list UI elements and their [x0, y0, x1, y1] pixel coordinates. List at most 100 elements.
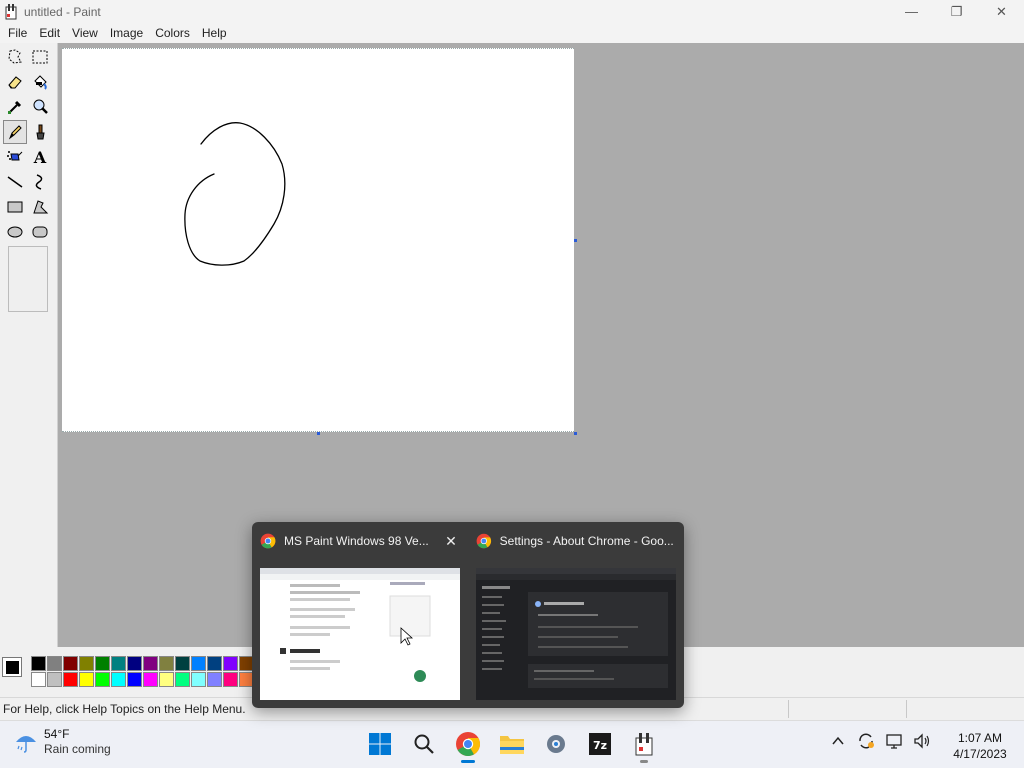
fill-with-color-tool[interactable]	[28, 70, 52, 94]
preview-chrome-settings-tab[interactable]: Settings - About Chrome - Goo...	[468, 522, 684, 708]
rectangle-icon	[7, 201, 23, 213]
rectangle-tool[interactable]	[3, 195, 27, 219]
curve-icon	[35, 174, 43, 190]
palette-swatch[interactable]	[127, 672, 142, 687]
menu-image[interactable]: Image	[104, 26, 149, 40]
rounded-rectangle-tool[interactable]	[28, 220, 52, 244]
select-tool[interactable]	[28, 45, 52, 69]
palette-swatch[interactable]	[95, 656, 110, 671]
airbrush-tool[interactable]	[3, 145, 27, 169]
preview-ms-paint-tab[interactable]: MS Paint Windows 98 Ve... ✕	[252, 522, 468, 708]
menu-edit[interactable]: Edit	[33, 26, 66, 40]
palette-swatch[interactable]	[47, 672, 62, 687]
status-cell-coords	[788, 700, 906, 718]
palette-swatch[interactable]	[111, 656, 126, 671]
restore-button[interactable]: ❐	[934, 0, 979, 23]
taskbar-paint[interactable]	[628, 728, 660, 763]
palette-swatch[interactable]	[31, 672, 46, 687]
tool-options-box[interactable]	[8, 246, 48, 312]
ellipse-icon	[7, 226, 23, 238]
eraser-tool[interactable]	[3, 70, 27, 94]
color-palette	[31, 656, 270, 687]
palette-swatch[interactable]	[159, 656, 174, 671]
palette-swatch[interactable]	[63, 656, 78, 671]
taskbar-chrome[interactable]	[452, 728, 484, 763]
menu-bar: File Edit View Image Colors Help	[0, 23, 1024, 43]
ellipse-tool[interactable]	[3, 220, 27, 244]
rounded-rectangle-icon	[32, 226, 48, 238]
palette-swatch[interactable]	[223, 656, 238, 671]
polygon-tool[interactable]	[28, 195, 52, 219]
select-icon	[32, 50, 48, 64]
paint-bucket-icon	[34, 75, 47, 90]
windows-icon	[369, 733, 391, 755]
magnifier-tool[interactable]	[28, 95, 52, 119]
palette-swatch[interactable]	[175, 672, 190, 687]
chrome-icon	[260, 533, 276, 549]
speaker-icon	[914, 733, 930, 749]
weather-temp: 54°F	[44, 727, 70, 741]
brush-icon	[36, 124, 45, 140]
svg-text:7z: 7z	[593, 739, 607, 752]
palette-swatch[interactable]	[175, 656, 190, 671]
text-tool[interactable]: A	[28, 145, 52, 169]
brush-tool[interactable]	[28, 120, 52, 144]
start-button[interactable]	[364, 728, 396, 760]
current-colors[interactable]	[2, 657, 28, 685]
taskbar-file-explorer[interactable]	[496, 728, 528, 760]
palette-swatch[interactable]	[63, 672, 78, 687]
curve-tool[interactable]	[28, 170, 52, 194]
weather-widget[interactable]: 54°F Rain coming	[14, 727, 111, 757]
taskbar-clock[interactable]: 1:07 AM 4/17/2023	[940, 730, 1020, 762]
preview-thumbnail	[260, 568, 460, 700]
umbrella-icon	[16, 736, 36, 753]
free-form-select-icon	[8, 49, 22, 64]
folder-icon	[500, 736, 524, 754]
palette-swatch[interactable]	[191, 672, 206, 687]
pick-color-tool[interactable]	[3, 95, 27, 119]
palette-swatch[interactable]	[47, 656, 62, 671]
palette-swatch[interactable]	[191, 656, 206, 671]
palette-swatch[interactable]	[127, 656, 142, 671]
status-cell-size	[906, 700, 1024, 718]
palette-swatch[interactable]	[159, 672, 174, 687]
palette-swatch[interactable]	[111, 672, 126, 687]
chevron-up-icon	[832, 736, 844, 745]
line-icon	[7, 176, 23, 188]
eyedropper-icon	[8, 100, 22, 114]
drawing-canvas[interactable]	[62, 48, 574, 432]
resize-handle-bottom[interactable]	[317, 432, 320, 435]
close-button[interactable]: ✕	[979, 0, 1024, 23]
palette-swatch[interactable]	[207, 672, 222, 687]
menu-help[interactable]: Help	[196, 26, 233, 40]
menu-file[interactable]: File	[2, 26, 33, 40]
taskbar-settings[interactable]	[540, 728, 572, 760]
palette-swatch[interactable]	[207, 656, 222, 671]
weather-desc: Rain coming	[44, 742, 111, 756]
palette-swatch[interactable]	[95, 672, 110, 687]
tray-network[interactable]	[884, 731, 904, 751]
palette-swatch[interactable]	[223, 672, 238, 687]
palette-swatch[interactable]	[79, 656, 94, 671]
preview-close-button[interactable]: ✕	[442, 532, 460, 550]
foreground-color[interactable]	[2, 657, 22, 677]
paint-app-icon[interactable]	[3, 3, 19, 20]
palette-swatch[interactable]	[31, 656, 46, 671]
menu-colors[interactable]: Colors	[149, 26, 196, 40]
tray-volume[interactable]	[912, 731, 932, 751]
palette-swatch[interactable]	[143, 656, 158, 671]
minimize-button[interactable]: —	[889, 0, 934, 23]
tray-update[interactable]	[856, 731, 876, 751]
free-form-select-tool[interactable]	[3, 45, 27, 69]
resize-handle-right[interactable]	[574, 239, 577, 242]
taskbar-7zip[interactable]: 7z	[584, 728, 616, 760]
search-button[interactable]	[408, 728, 440, 760]
pencil-tool[interactable]	[3, 120, 27, 144]
menu-view[interactable]: View	[66, 26, 104, 40]
show-hidden-icons[interactable]	[828, 731, 848, 751]
palette-swatch[interactable]	[79, 672, 94, 687]
magnifier-icon	[33, 99, 48, 114]
line-tool[interactable]	[3, 170, 27, 194]
palette-swatch[interactable]	[143, 672, 158, 687]
resize-handle-corner[interactable]	[574, 432, 577, 435]
